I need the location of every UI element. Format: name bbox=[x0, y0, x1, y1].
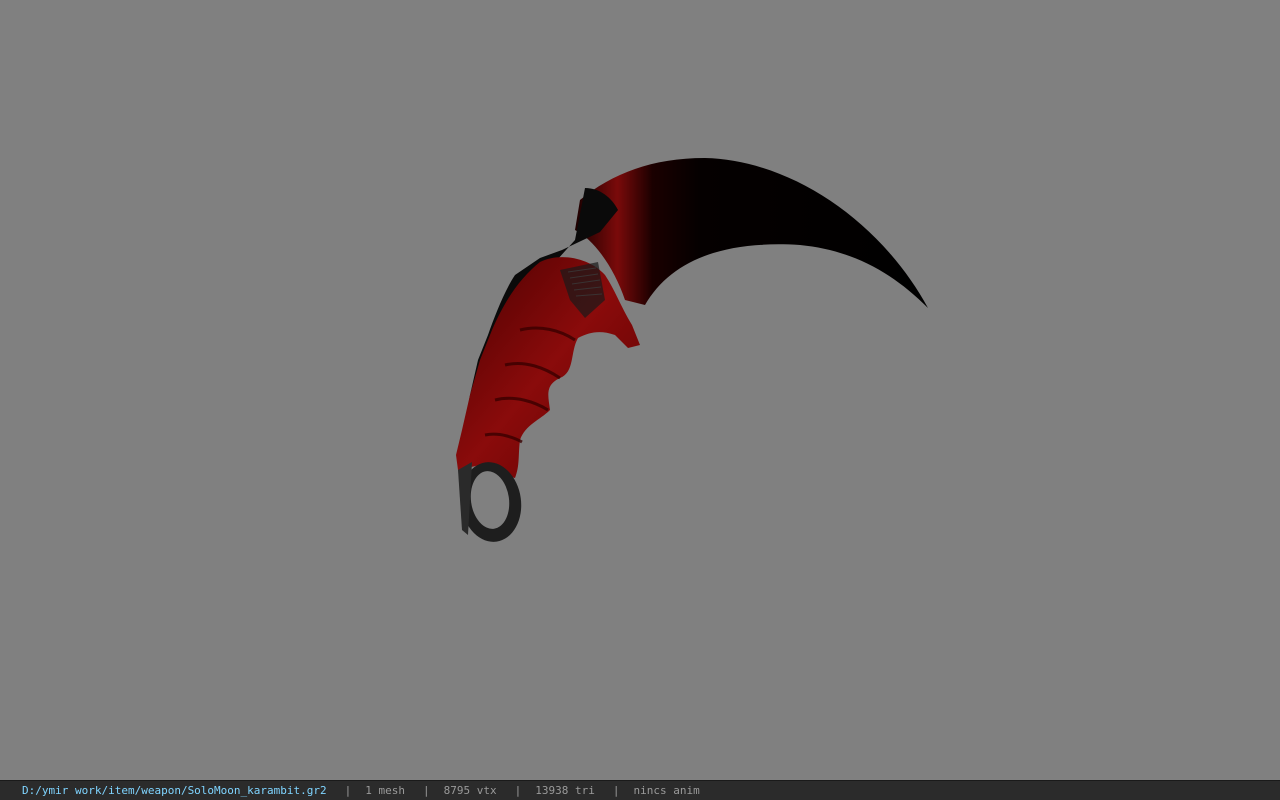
animation-label: nincs anim bbox=[633, 784, 700, 797]
karambit-knife-model bbox=[456, 158, 928, 542]
3d-viewport[interactable] bbox=[0, 0, 1280, 780]
status-separator: | bbox=[612, 784, 620, 797]
status-separator: | bbox=[514, 784, 522, 797]
file-path-label: D:/ymir work/item/weapon/SoloMoon_karamb… bbox=[22, 784, 327, 797]
status-separator: | bbox=[423, 784, 430, 797]
handle-shape bbox=[456, 257, 640, 478]
triangle-count-label: 13938 tri bbox=[535, 784, 595, 797]
vertex-count-label: 8795 vtx bbox=[443, 784, 497, 797]
status-separator: | bbox=[344, 784, 352, 797]
blade-shape bbox=[575, 158, 928, 308]
mesh-count-label: 1 mesh bbox=[365, 784, 406, 797]
status-bar: D:/ymir work/item/weapon/SoloMoon_karamb… bbox=[0, 780, 1280, 800]
